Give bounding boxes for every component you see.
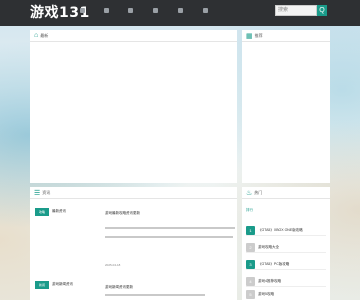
latest-panel-header: ⌂ 最新 [30,30,237,42]
hot-rank-badge: 5 [246,290,255,299]
list-icon: ☰ [34,189,41,197]
search-input[interactable]: 搜索 [275,5,317,16]
list-item-tag[interactable]: 新闻 [35,281,49,289]
list-item-date: 2025-04-18 [105,263,121,267]
grid-icon: ▦ [246,32,253,40]
hot-rank-badge: 3 [246,260,255,269]
nav-item-3[interactable] [128,8,133,13]
list-item-tag[interactable]: 攻略 [35,208,49,216]
nav-item-5[interactable] [178,8,183,13]
recommend-panel-header: ▦ 推荐 [242,30,330,42]
list-item-summary-line [105,294,205,296]
latest-panel-title: 最新 [40,32,49,38]
list-item-side-label[interactable]: 游戏新闻资讯 [52,282,73,287]
recommend-panel-title: 推荐 [254,32,263,38]
hot-list-item[interactable]: 1 《GTA5》XBOX ONE版攻略 [246,225,326,236]
hot-subtitle: 排行 [246,208,253,212]
list-item-title[interactable]: 游戏新闻资讯更新 [105,285,133,290]
hot-item-title[interactable]: 游戏攻略大全 [258,245,279,250]
fire-icon: ♨ [246,189,253,197]
hot-panel-title: 热门 [254,189,263,195]
list-item-title[interactable]: 游戏最新攻略资讯更新 [105,211,140,216]
nav-item-4[interactable] [153,8,158,13]
hot-list-item[interactable]: 5 游戏5攻略 [246,289,326,300]
news-panel-header: ☰ 资讯 [30,187,237,199]
search-button[interactable]: Q [317,5,327,16]
nav-item-6[interactable] [203,8,208,13]
hot-rank-badge: 1 [246,226,255,235]
top-navbar: 游戏131 搜索 Q [0,0,360,26]
hot-rank-badge: 2 [246,243,255,252]
search-icon: Q [319,7,325,14]
hot-item-title[interactable]: 游戏4推荐攻略 [258,279,281,284]
hot-panel-header: ♨ 热门 [242,187,330,199]
list-item-side-label[interactable]: 最新资讯 [52,209,66,214]
hot-item-title[interactable]: 《GTA5》XBOX ONE版攻略 [258,228,303,233]
home-icon: ⌂ [34,32,39,39]
hot-list-item[interactable]: 3 《GTA5》PC版攻略 [246,259,326,270]
list-item-summary-line [105,227,235,229]
latest-panel: ⌂ 最新 [30,30,237,183]
recommend-panel: ▦ 推荐 [242,30,330,183]
nav-item-2[interactable] [104,8,109,13]
hot-list-item[interactable]: 2 游戏攻略大全 [246,242,326,253]
list-item-summary-line [105,236,233,238]
hot-item-title[interactable]: 游戏5攻略 [258,292,274,297]
nav-item-1[interactable] [80,8,85,13]
hot-item-title[interactable]: 《GTA5》PC版攻略 [258,262,289,267]
hot-list-item[interactable]: 4 游戏4推荐攻略 [246,276,326,287]
news-panel-title: 资讯 [42,189,51,195]
hot-rank-badge: 4 [246,277,255,286]
